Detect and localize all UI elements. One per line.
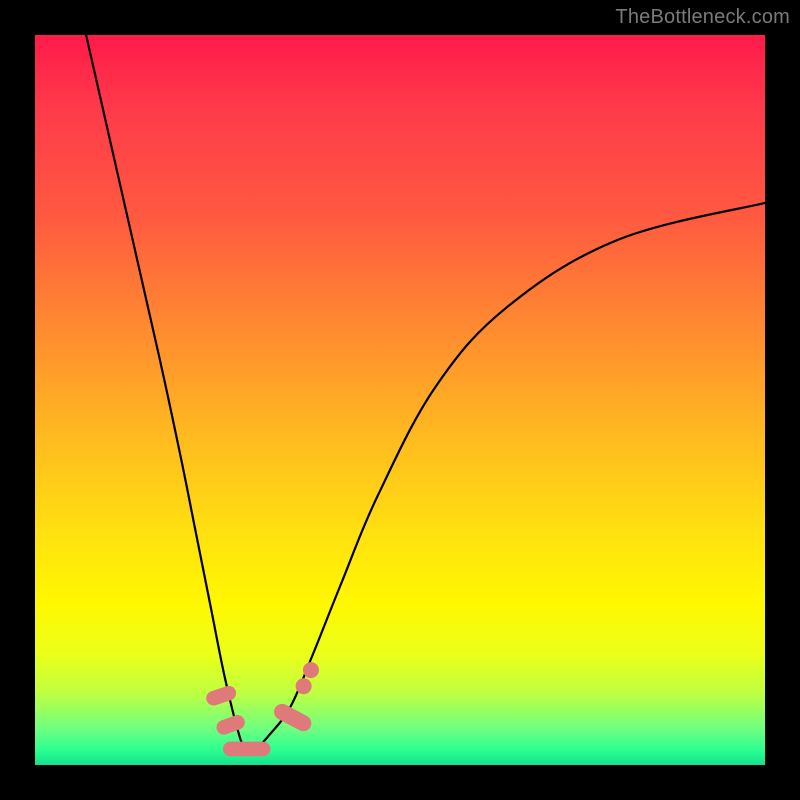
marker-dot: [303, 662, 319, 678]
marker-dot: [296, 678, 312, 694]
bottleneck-curve-svg: [35, 35, 765, 765]
bottleneck-curve-path: [86, 35, 765, 752]
curve-markers: [204, 662, 319, 756]
marker-pill: [204, 684, 238, 707]
marker-pill: [271, 701, 314, 734]
plot-area: [35, 35, 765, 765]
chart-stage: TheBottleneck.com: [0, 0, 800, 800]
watermark-text: TheBottleneck.com: [615, 6, 790, 29]
marker-pill: [214, 713, 246, 737]
marker-pill: [223, 742, 270, 757]
